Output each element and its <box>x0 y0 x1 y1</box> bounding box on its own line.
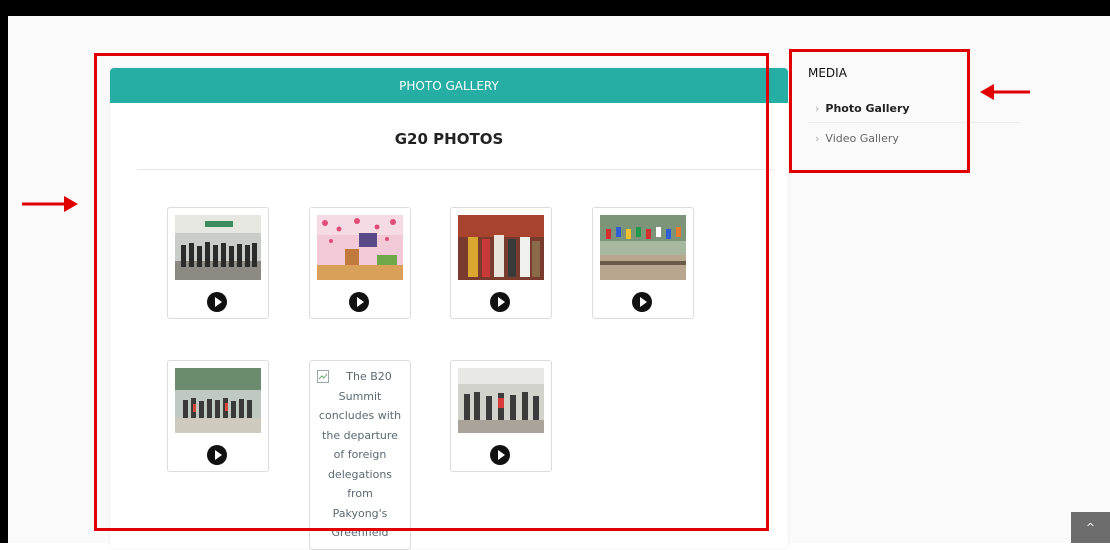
annotation-arrow-right <box>22 196 78 212</box>
scroll-to-top-button[interactable]: ^ <box>1071 512 1110 543</box>
window-frame-top <box>0 0 1110 16</box>
annotation-arrow-left <box>980 84 1030 100</box>
annotation-box-media <box>789 49 970 173</box>
window-frame-left <box>0 0 8 543</box>
chevron-up-icon: ^ <box>1085 521 1096 534</box>
annotation-box-gallery <box>94 53 769 531</box>
